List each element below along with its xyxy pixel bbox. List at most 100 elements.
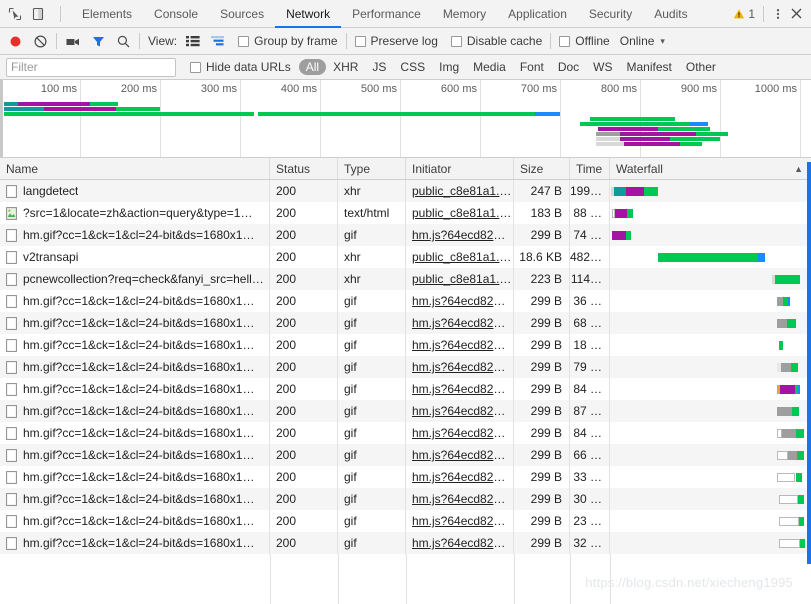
cell-name[interactable]: hm.gif?cc=1&ck=1&cl=24-bit&ds=1680x1… (0, 400, 270, 422)
group-by-frame-checkbox[interactable]: Group by frame (238, 34, 338, 48)
type-filter-media[interactable]: Media (466, 59, 513, 75)
cell-name[interactable]: hm.gif?cc=1&ck=1&cl=24-bit&ds=1680x1… (0, 532, 270, 554)
table-row[interactable]: hm.gif?cc=1&ck=1&cl=24-bit&ds=1680x1… 200… (0, 356, 811, 378)
initiator-link[interactable]: hm.js?64ecd82…:21 (412, 316, 513, 330)
cell-waterfall[interactable] (610, 510, 811, 532)
table-row[interactable]: hm.gif?cc=1&ck=1&cl=24-bit&ds=1680x1… 200… (0, 488, 811, 510)
cell-name[interactable]: hm.gif?cc=1&ck=1&cl=24-bit&ds=1680x1… (0, 224, 270, 246)
cell-waterfall[interactable] (610, 290, 811, 312)
type-filter-css[interactable]: CSS (393, 59, 432, 75)
search-icon[interactable] (116, 34, 131, 49)
initiator-link[interactable]: public_c8e81a1.js… (412, 250, 513, 264)
initiator-link[interactable]: hm.js?64ecd82…:21 (412, 492, 513, 506)
cell-name[interactable]: hm.gif?cc=1&ck=1&cl=24-bit&ds=1680x1… (0, 510, 270, 532)
cell-waterfall[interactable] (610, 246, 811, 268)
column-header-size[interactable]: Size (514, 158, 570, 179)
list-view-icon[interactable] (186, 35, 200, 47)
initiator-link[interactable]: hm.js?64ecd82…:21 (412, 228, 513, 242)
type-filter-doc[interactable]: Doc (551, 59, 586, 75)
table-row[interactable]: hm.gif?cc=1&ck=1&cl=24-bit&ds=1680x1… 200… (0, 378, 811, 400)
table-row[interactable]: langdetect 200 xhr public_c8e81a1.js… 247 B1… (0, 180, 811, 202)
cell-waterfall[interactable] (610, 334, 811, 356)
kebab-menu-icon[interactable] (772, 7, 784, 21)
cell-waterfall[interactable] (610, 356, 811, 378)
waterfall-view-icon[interactable] (211, 35, 226, 47)
tab-sources[interactable]: Sources (209, 1, 275, 28)
type-filter-manifest[interactable]: Manifest (620, 59, 679, 75)
type-filter-other[interactable]: Other (679, 59, 723, 75)
disable-cache-checkbox[interactable]: Disable cache (450, 34, 542, 48)
cell-waterfall[interactable] (610, 180, 811, 202)
close-icon[interactable] (790, 7, 803, 20)
tab-application[interactable]: Application (497, 1, 578, 28)
type-filter-xhr[interactable]: XHR (326, 59, 365, 75)
device-toolbar-icon[interactable] (31, 7, 45, 21)
scrollbar-thumb[interactable] (807, 162, 811, 564)
initiator-link[interactable]: hm.js?64ecd82…:21 (412, 338, 513, 352)
capture-screenshots-icon[interactable] (65, 34, 81, 49)
column-header-type[interactable]: Type (338, 158, 406, 179)
tab-console[interactable]: Console (143, 1, 209, 28)
initiator-link[interactable]: public_c8e81a1.js… (412, 184, 513, 198)
cell-name[interactable]: hm.gif?cc=1&ck=1&cl=24-bit&ds=1680x1… (0, 356, 270, 378)
cell-name[interactable]: hm.gif?cc=1&ck=1&cl=24-bit&ds=1680x1… (0, 444, 270, 466)
initiator-link[interactable]: hm.js?64ecd82…:21 (412, 404, 513, 418)
cell-name[interactable]: hm.gif?cc=1&ck=1&cl=24-bit&ds=1680x1… (0, 378, 270, 400)
cell-name[interactable]: pcnewcollection?req=check&fanyi_src=hell… (0, 268, 270, 290)
cell-name[interactable]: langdetect (0, 180, 270, 202)
network-overview-timeline[interactable]: 100 ms 200 ms 300 ms 400 ms 500 ms 600 ms 700 … (0, 80, 811, 158)
chevron-down-icon[interactable]: ▾ (660, 36, 665, 47)
tab-audits[interactable]: Audits (643, 1, 698, 28)
warning-indicator[interactable]: 1 (733, 7, 755, 21)
tab-security[interactable]: Security (578, 1, 643, 28)
preserve-log-checkbox[interactable]: Preserve log (354, 34, 438, 48)
cell-name[interactable]: v2transapi (0, 246, 270, 268)
table-row[interactable]: hm.gif?cc=1&ck=1&cl=24-bit&ds=1680x1… 200… (0, 422, 811, 444)
cell-waterfall[interactable] (610, 400, 811, 422)
type-filter-font[interactable]: Font (513, 59, 551, 75)
cell-waterfall[interactable] (610, 532, 811, 554)
table-row[interactable]: ?src=1&locate=zh&action=query&type=1… 200… (0, 202, 811, 224)
cell-waterfall[interactable] (610, 224, 811, 246)
cell-waterfall[interactable] (610, 422, 811, 444)
initiator-link[interactable]: public_c8e81a1.js… (412, 206, 513, 220)
table-row[interactable]: hm.gif?cc=1&ck=1&cl=24-bit&ds=1680x1… 200… (0, 466, 811, 488)
initiator-link[interactable]: hm.js?64ecd82…:21 (412, 448, 513, 462)
table-row[interactable]: hm.gif?cc=1&ck=1&cl=24-bit&ds=1680x1… 200… (0, 290, 811, 312)
table-row[interactable]: hm.gif?cc=1&ck=1&cl=24-bit&ds=1680x1… 200… (0, 444, 811, 466)
cell-waterfall[interactable] (610, 444, 811, 466)
column-header-name[interactable]: Name (0, 158, 270, 179)
initiator-link[interactable]: hm.js?64ecd82…:21 (412, 382, 513, 396)
cell-waterfall[interactable] (610, 202, 811, 224)
type-filter-ws[interactable]: WS (586, 59, 619, 75)
table-row[interactable]: hm.gif?cc=1&ck=1&cl=24-bit&ds=1680x1… 200… (0, 510, 811, 532)
column-header-status[interactable]: Status (270, 158, 338, 179)
filter-input[interactable] (6, 57, 176, 77)
table-row[interactable]: hm.gif?cc=1&ck=1&cl=24-bit&ds=1680x1… 200… (0, 400, 811, 422)
cell-waterfall[interactable] (610, 268, 811, 290)
cell-name[interactable]: hm.gif?cc=1&ck=1&cl=24-bit&ds=1680x1… (0, 312, 270, 334)
cell-name[interactable]: hm.gif?cc=1&ck=1&cl=24-bit&ds=1680x1… (0, 466, 270, 488)
offline-checkbox[interactable]: Offline (559, 34, 610, 48)
initiator-link[interactable]: hm.js?64ecd82…:21 (412, 360, 513, 374)
initiator-link[interactable]: public_c8e81a1.js… (412, 272, 513, 286)
filter-icon[interactable] (91, 34, 106, 49)
cell-waterfall[interactable] (610, 466, 811, 488)
initiator-link[interactable]: hm.js?64ecd82…:21 (412, 536, 513, 550)
throttling-value[interactable]: Online (620, 34, 655, 48)
type-filter-all[interactable]: All (298, 59, 327, 75)
initiator-link[interactable]: hm.js?64ecd82…:21 (412, 426, 513, 440)
initiator-link[interactable]: hm.js?64ecd82…:21 (412, 470, 513, 484)
cell-waterfall[interactable] (610, 312, 811, 334)
table-row[interactable]: pcnewcollection?req=check&fanyi_src=hell… (0, 268, 811, 290)
table-row[interactable]: hm.gif?cc=1&ck=1&cl=24-bit&ds=1680x1… 200… (0, 224, 811, 246)
tab-elements[interactable]: Elements (71, 1, 143, 28)
column-header-time[interactable]: Time (570, 158, 610, 179)
cell-name[interactable]: ?src=1&locate=zh&action=query&type=1… (0, 202, 270, 224)
initiator-link[interactable]: hm.js?64ecd82…:21 (412, 514, 513, 528)
hide-data-urls-checkbox[interactable]: Hide data URLs (190, 60, 291, 74)
table-row[interactable]: v2transapi 200 xhr public_c8e81a1.js… 18.6 K… (0, 246, 811, 268)
column-header-waterfall[interactable]: Waterfall ▲ (610, 158, 811, 179)
cell-waterfall[interactable] (610, 378, 811, 400)
cell-name[interactable]: hm.gif?cc=1&ck=1&cl=24-bit&ds=1680x1… (0, 422, 270, 444)
